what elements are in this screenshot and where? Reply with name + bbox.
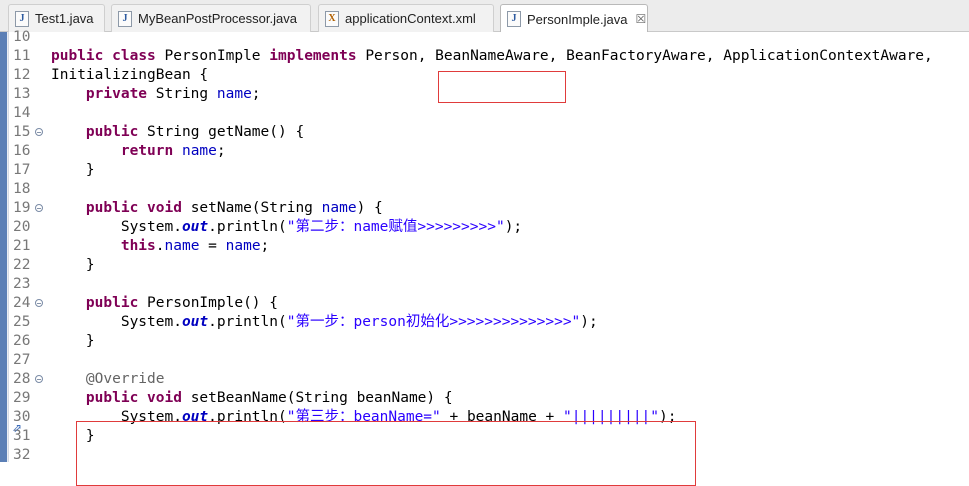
line-number: 17 bbox=[13, 162, 31, 178]
code-text: } bbox=[51, 333, 95, 349]
highlight-beannameaware bbox=[438, 71, 566, 103]
line-number: 26 bbox=[13, 333, 31, 349]
line-number: 18 bbox=[13, 181, 31, 197]
line-number: 29 bbox=[13, 390, 31, 406]
code-text: @Override bbox=[85, 371, 165, 387]
line-number: 25 bbox=[13, 314, 31, 330]
line-number: 13 bbox=[13, 86, 31, 102]
editor-tab-bar: J Test1.java J MyBeanPostProcessor.java … bbox=[0, 0, 969, 33]
close-tab-icon[interactable]: ☒ bbox=[635, 12, 646, 26]
tab-personimple-java[interactable]: J PersonImple.java ☒ bbox=[500, 4, 648, 33]
code-text: public void setBeanName(String beanName)… bbox=[85, 390, 453, 406]
code-text: System.out.println("第二步：name赋值>>>>>>>>>"… bbox=[51, 219, 523, 235]
fold-toggle-icon[interactable]: − bbox=[35, 204, 43, 213]
highlight-setbeanname-method bbox=[76, 421, 696, 486]
code-text: public class PersonImple implements Pers… bbox=[51, 48, 933, 64]
tab-label: Test1.java bbox=[35, 11, 94, 26]
code-text: return name; bbox=[120, 143, 226, 159]
java-file-icon: J bbox=[507, 11, 521, 27]
tab-label: applicationContext.xml bbox=[345, 11, 476, 26]
line-number: 20 bbox=[13, 219, 31, 235]
fold-toggle-icon[interactable]: − bbox=[35, 375, 43, 384]
code-text: } bbox=[51, 162, 95, 178]
code-text: public PersonImple() { bbox=[85, 295, 278, 311]
line-number: 21 bbox=[13, 238, 31, 254]
line-number: 11 bbox=[13, 48, 31, 64]
code-text: public String getName() { bbox=[85, 124, 305, 140]
xml-file-icon: X bbox=[325, 10, 339, 27]
fold-toggle-icon[interactable]: − bbox=[35, 299, 43, 308]
code-text: System.out.println("第一步：person初始化>>>>>>>… bbox=[51, 314, 598, 330]
line-number: 27 bbox=[13, 352, 31, 368]
change-bar bbox=[0, 32, 7, 462]
line-number: 14 bbox=[13, 105, 31, 121]
line-number: 10 bbox=[13, 29, 31, 45]
fold-toggle-icon[interactable]: − bbox=[35, 128, 43, 137]
java-file-icon: J bbox=[15, 10, 29, 27]
override-marker-icon: ⇗ bbox=[12, 421, 23, 435]
line-number: 22 bbox=[13, 257, 31, 273]
code-text: private String name; bbox=[85, 86, 261, 102]
line-number: 16 bbox=[13, 143, 31, 159]
vertical-ruler bbox=[0, 32, 9, 462]
line-number: 12 bbox=[13, 67, 31, 83]
code-text: } bbox=[51, 257, 95, 273]
line-number: 23 bbox=[13, 276, 31, 292]
code-editor[interactable]: 10 11 public class PersonImple implements … bbox=[0, 29, 969, 486]
code-text: InitializingBean { bbox=[51, 67, 209, 83]
tab-label: PersonImple.java bbox=[527, 11, 628, 27]
tab-mybeanpostprocessor-java[interactable]: J MyBeanPostProcessor.java bbox=[111, 4, 311, 32]
java-file-icon: J bbox=[118, 10, 132, 27]
tab-applicationcontext-xml[interactable]: X applicationContext.xml bbox=[318, 4, 494, 32]
code-text: public void setName(String name) { bbox=[85, 200, 383, 216]
line-number: 32 bbox=[13, 447, 31, 463]
tab-label: MyBeanPostProcessor.java bbox=[138, 11, 297, 26]
code-text: this.name = name; bbox=[120, 238, 270, 254]
